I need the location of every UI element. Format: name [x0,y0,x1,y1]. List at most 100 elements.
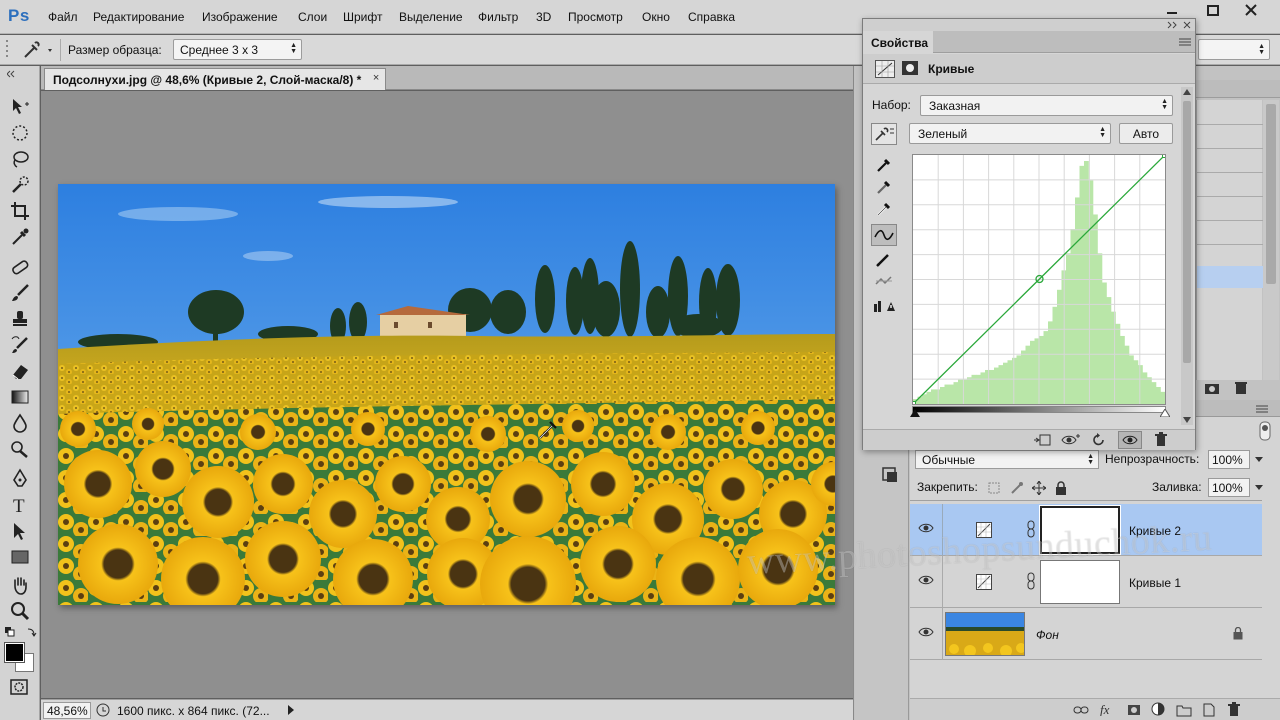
reset-icon[interactable] [1092,433,1106,447]
opacity-field[interactable]: 100% [1208,450,1250,469]
eraser-tool-icon[interactable] [9,360,31,382]
menu-select[interactable]: Выделение [399,10,463,24]
add-mask-icon[interactable] [1127,703,1141,717]
minimize-icon[interactable] [1163,4,1181,17]
link-layers-icon[interactable] [1073,703,1089,717]
type-tool-icon[interactable]: T [9,494,31,516]
rectangle-tool-icon[interactable] [9,546,31,568]
white-point-eyedropper-icon[interactable] [873,199,895,219]
menu-image[interactable]: Изображение [202,10,278,24]
clip-to-layer-icon[interactable] [1033,433,1051,447]
menu-file[interactable]: Файл [48,10,78,24]
gray-point-eyedropper-icon[interactable] [873,177,895,197]
quick-mask-icon[interactable] [9,678,31,696]
toolbar-collapse-icon[interactable] [7,70,33,78]
scroll-down-icon[interactable] [1183,417,1191,423]
zoom-level-field[interactable]: 48,56% [43,702,91,719]
menu-view[interactable]: Просмотр [568,10,623,24]
panel-menu-icon[interactable] [1179,37,1191,47]
trash-icon[interactable] [1234,381,1248,395]
visibility-eye-icon[interactable] [918,574,934,586]
lock-transparent-icon[interactable] [988,482,1000,494]
tab-close-icon[interactable]: × [373,72,379,84]
default-colors-icon[interactable] [4,626,38,640]
properties-scroll-thumb[interactable] [1183,101,1191,363]
workspace-select[interactable]: ▲ ▼ [1198,39,1270,60]
maximize-icon[interactable] [1204,4,1222,17]
panel-scroll-thumb[interactable] [1266,104,1276,284]
foreground-color-swatch[interactable] [4,642,25,663]
black-point-slider-icon[interactable] [910,409,920,417]
quick-selection-tool-icon[interactable] [9,174,31,196]
close-panel-icon[interactable] [1183,21,1191,29]
pencil-draw-icon[interactable] [873,249,895,269]
channel-select[interactable]: Зеленый ▲ ▼ [909,123,1111,144]
sunflower-field-photo[interactable] [58,184,835,605]
hand-tool-icon[interactable] [9,574,31,596]
sample-size-select[interactable]: Среднее 3 x 3 ▲ ▼ [173,39,302,60]
curve-point-tool-icon[interactable] [871,224,897,246]
menu-help[interactable]: Справка [688,10,735,24]
layer-name[interactable]: Фон [1036,628,1059,642]
collapse-panel-icon[interactable] [1167,21,1179,29]
lock-all-icon[interactable] [1055,481,1067,495]
marquee-tool-icon[interactable] [9,122,31,144]
layer-thumbnail[interactable] [945,612,1025,656]
view-previous-state-icon[interactable] [1061,433,1081,447]
mask-link-icon[interactable] [1027,572,1035,590]
status-menu-arrow-icon[interactable] [287,705,295,715]
new-layer-icon[interactable] [1202,703,1216,717]
panel-scrollbar[interactable] [1263,100,1279,380]
preset-select[interactable]: Заказная ▲ ▼ [920,95,1173,116]
lock-position-icon[interactable] [1032,481,1046,495]
fill-field[interactable]: 100% [1208,478,1250,497]
scroll-up-icon[interactable] [1183,89,1191,95]
tab-properties[interactable]: Свойства [863,31,933,53]
mask-icon[interactable] [901,60,919,76]
curves-adjustment-icon[interactable] [875,60,895,78]
menu-type[interactable]: Шрифт [343,10,382,24]
targeted-adjustment-icon[interactable] [871,123,897,145]
menu-edit[interactable]: Редактирование [93,10,184,24]
properties-panel-titlebar[interactable] [863,19,1195,31]
crop-tool-icon[interactable] [9,200,31,222]
fill-arrow-icon[interactable] [1254,482,1264,492]
blur-tool-icon[interactable] [9,412,31,434]
layer-comps-icon[interactable] [880,465,900,485]
clipping-warning-icon[interactable] [873,296,895,316]
layer-name[interactable]: Кривые 1 [1129,576,1181,590]
adjustment-layer-icon[interactable] [1151,702,1165,716]
delete-adjustment-icon[interactable] [1154,432,1168,447]
filter-toggle[interactable] [1257,420,1277,442]
delete-layer-icon[interactable] [1227,702,1241,717]
layer-style-icon[interactable]: fx [1099,702,1117,716]
visibility-eye-icon[interactable] [918,626,934,638]
blend-mode-select[interactable]: Обычные ▲ ▼ [915,450,1099,469]
opacity-arrow-icon[interactable] [1254,454,1264,464]
menu-window[interactable]: Окно [642,10,670,24]
lasso-tool-icon[interactable] [9,148,31,170]
dodge-tool-icon[interactable] [9,438,31,460]
pen-tool-icon[interactable] [9,468,31,490]
document-tab[interactable]: Подсолнухи.jpg @ 48,6% (Кривые 2, Слой-м… [44,68,387,90]
camera-icon[interactable] [1204,381,1220,395]
menu-3d[interactable]: 3D [536,10,551,24]
menu-filter[interactable]: Фильтр [478,10,518,24]
black-point-eyedropper-icon[interactable] [873,155,895,175]
lock-pixels-icon[interactable] [1010,481,1024,495]
brush-tool-icon[interactable] [9,282,31,304]
healing-brush-tool-icon[interactable] [9,256,31,278]
eyedropper-tool-icon[interactable] [9,226,31,248]
gradient-tool-icon[interactable] [9,386,31,408]
toggle-visibility-icon[interactable] [1118,431,1142,449]
curves-graph[interactable] [910,152,1168,407]
history-brush-tool-icon[interactable] [9,334,31,356]
panel-menu-icon[interactable] [1256,404,1268,414]
status-info-icon[interactable] [96,703,110,717]
layer-row-background[interactable]: Фон [910,608,1262,660]
new-group-icon[interactable] [1176,703,1192,717]
close-icon[interactable] [1242,4,1260,17]
eyedropper-preset-icon[interactable] [20,39,56,61]
menu-layers[interactable]: Слои [298,10,327,24]
zoom-tool-icon[interactable] [9,600,31,622]
